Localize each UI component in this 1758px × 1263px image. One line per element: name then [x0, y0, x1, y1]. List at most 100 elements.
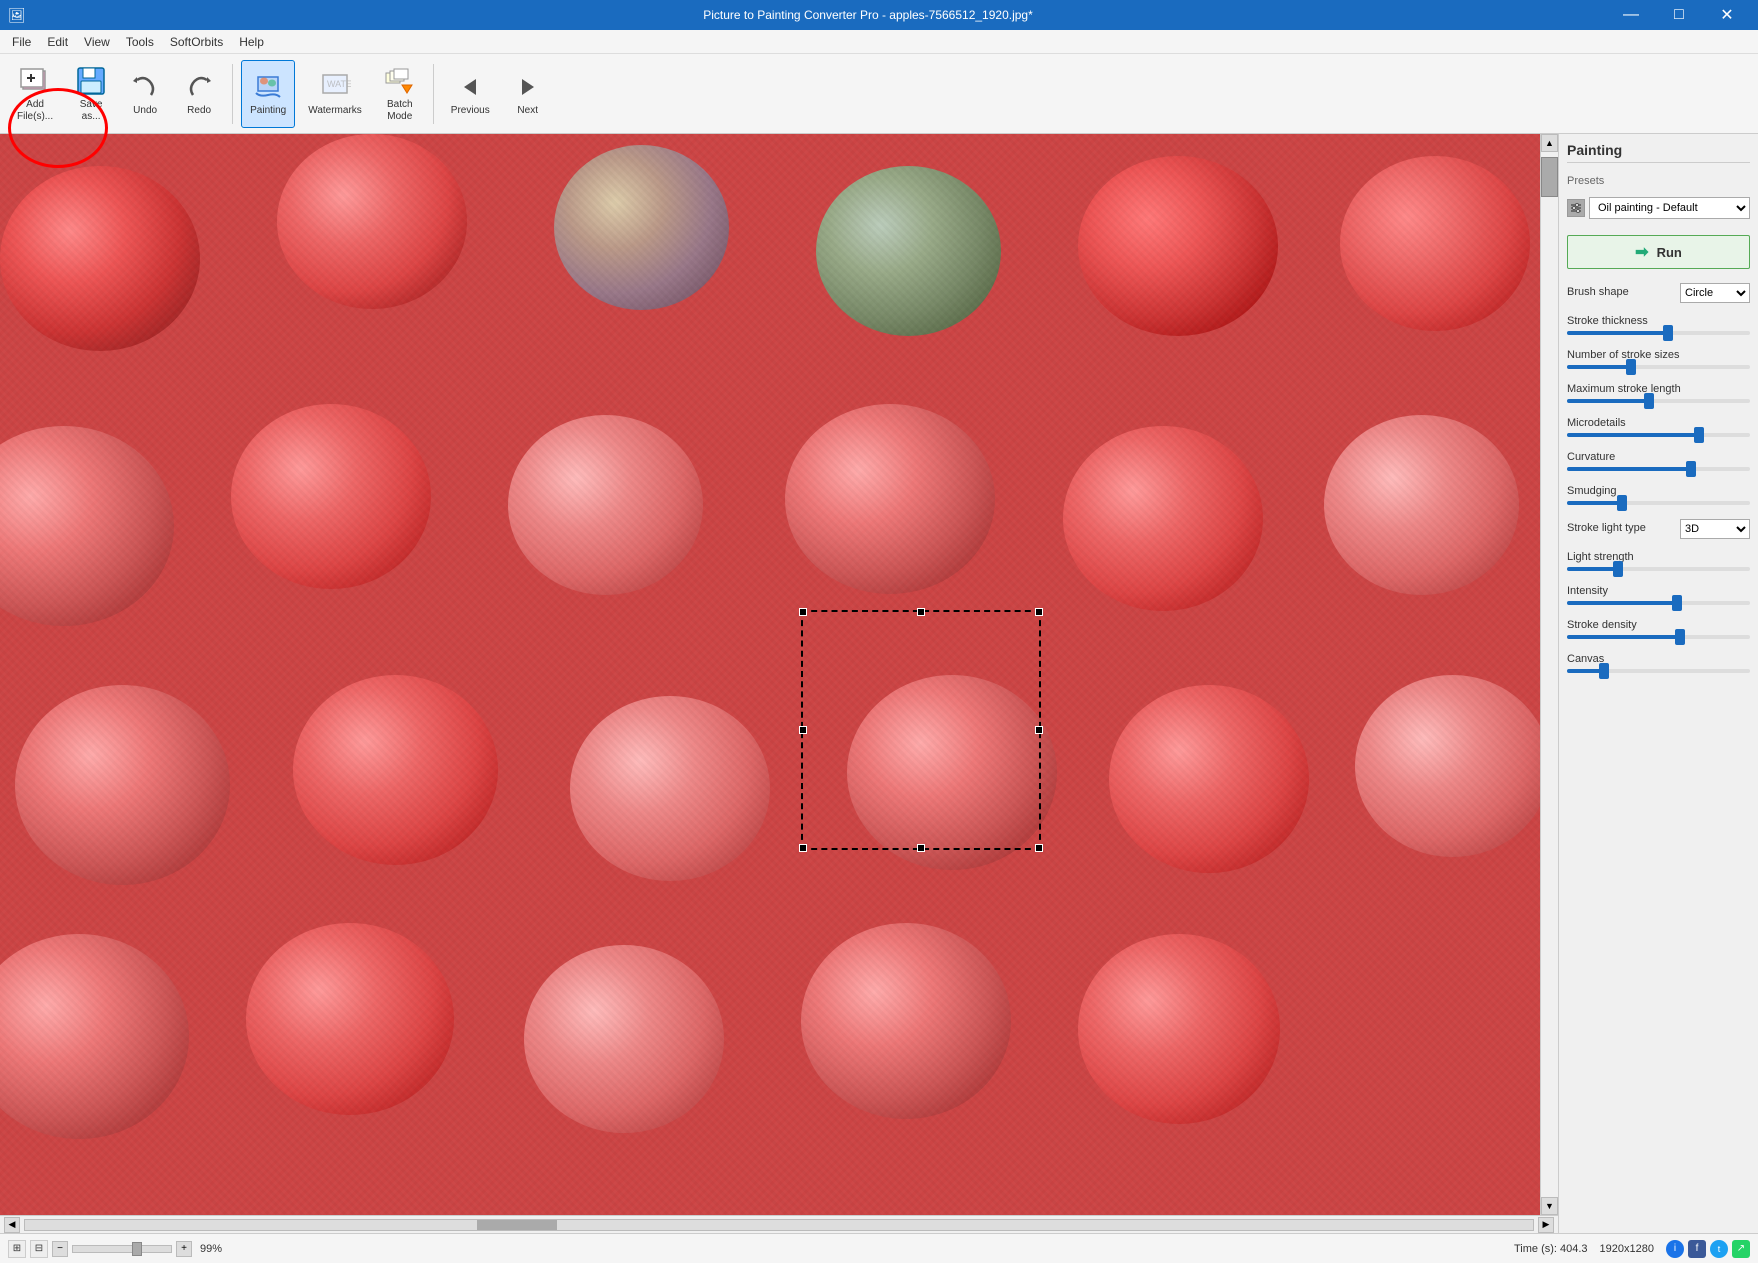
next-label: Next — [517, 105, 538, 116]
num-stroke-sizes-thumb[interactable] — [1626, 359, 1636, 375]
smudging-track[interactable] — [1567, 501, 1750, 505]
facebook-icon[interactable]: f — [1688, 1240, 1706, 1258]
toolbar-redo-button[interactable]: Redo — [174, 60, 224, 128]
vscroll-thumb[interactable] — [1541, 157, 1558, 197]
batch-icon — [384, 65, 416, 97]
redo-label: Redo — [187, 105, 211, 116]
main-area: ▲ ▼ ◀ ▶ Painting Presets — [0, 134, 1758, 1233]
presets-row: Oil painting - Default Watercolor Sketch… — [1567, 197, 1750, 219]
max-stroke-length-fill — [1567, 399, 1649, 403]
window-title: Picture to Painting Converter Pro - appl… — [128, 8, 1608, 22]
canvas-area[interactable] — [0, 134, 1540, 1215]
status-icon-2[interactable]: ⊟ — [30, 1240, 48, 1258]
canvas-label: Canvas — [1567, 653, 1750, 665]
zoom-track[interactable] — [72, 1245, 172, 1253]
run-icon: ➡ — [1635, 242, 1648, 262]
toolbar-batch-button[interactable]: BatchMode — [375, 60, 425, 128]
zoom-percent: 99% — [200, 1243, 222, 1255]
light-strength-thumb[interactable] — [1613, 561, 1623, 577]
vertical-scrollbar[interactable]: ▲ ▼ — [1540, 134, 1558, 1215]
zoom-thumb[interactable] — [132, 1242, 142, 1256]
canvas-thumb[interactable] — [1599, 663, 1609, 679]
stroke-density-fill — [1567, 635, 1680, 639]
smudging-row: Smudging — [1567, 485, 1750, 505]
microdetails-thumb[interactable] — [1694, 427, 1704, 443]
toolbar-next-button[interactable]: Next — [503, 60, 553, 128]
vscroll-track[interactable] — [1541, 152, 1558, 1197]
close-button[interactable]: ✕ — [1704, 0, 1750, 30]
stroke-thickness-thumb[interactable] — [1663, 325, 1673, 341]
microdetails-row: Microdetails — [1567, 417, 1750, 437]
toolbar-undo-button[interactable]: Undo — [120, 60, 170, 128]
light-strength-track[interactable] — [1567, 567, 1750, 571]
canvas-container: ▲ ▼ ◀ ▶ — [0, 134, 1558, 1233]
info-icon[interactable]: i — [1666, 1240, 1684, 1258]
num-stroke-sizes-label: Number of stroke sizes — [1567, 349, 1750, 361]
status-right: Time (s): 404.3 1920x1280 i f t ↗ — [1514, 1240, 1750, 1258]
painting-label: Painting — [250, 105, 286, 116]
batch-label: BatchMode — [387, 99, 413, 123]
microdetails-track[interactable] — [1567, 433, 1750, 437]
toolbar-watermarks-button[interactable]: WATER Watermarks — [299, 60, 371, 128]
add-icon — [19, 65, 51, 97]
toolbar-previous-button[interactable]: Previous — [442, 60, 499, 128]
minimize-button[interactable]: — — [1608, 0, 1654, 30]
canvas-track[interactable] — [1567, 669, 1750, 673]
intensity-row: Intensity — [1567, 585, 1750, 605]
menu-tools[interactable]: Tools — [118, 33, 162, 51]
share-icon[interactable]: ↗ — [1732, 1240, 1750, 1258]
intensity-label: Intensity — [1567, 585, 1750, 597]
time-label: Time (s): 404.3 — [1514, 1243, 1588, 1255]
light-strength-row: Light strength — [1567, 551, 1750, 571]
num-stroke-sizes-track[interactable] — [1567, 365, 1750, 369]
num-stroke-sizes-fill — [1567, 365, 1631, 369]
vscroll-up-button[interactable]: ▲ — [1541, 134, 1558, 152]
zoom-in-button[interactable]: + — [176, 1241, 192, 1257]
toolbar-save-button[interactable]: Saveas... — [66, 60, 116, 128]
max-stroke-length-thumb[interactable] — [1644, 393, 1654, 409]
toolbar-painting-button[interactable]: Painting — [241, 60, 295, 128]
max-stroke-length-track[interactable] — [1567, 399, 1750, 403]
run-button[interactable]: ➡ Run — [1567, 235, 1750, 269]
horizontal-scrollbar[interactable]: ◀ ▶ — [0, 1215, 1558, 1233]
hscroll-thumb[interactable] — [477, 1220, 557, 1230]
hscroll-track[interactable] — [24, 1219, 1534, 1231]
smudging-thumb[interactable] — [1617, 495, 1627, 511]
hscroll-left-button[interactable]: ◀ — [4, 1217, 20, 1233]
twitter-icon[interactable]: t — [1710, 1240, 1728, 1258]
zoom-out-button[interactable]: − — [52, 1241, 68, 1257]
preset-settings-icon[interactable] — [1567, 199, 1585, 217]
brush-shape-select[interactable]: Circle Square Custom — [1680, 283, 1750, 303]
stroke-density-track[interactable] — [1567, 635, 1750, 639]
canvas-image-bg — [0, 134, 1540, 1215]
presets-select[interactable]: Oil painting - Default Watercolor Sketch… — [1589, 197, 1750, 219]
curvature-thumb[interactable] — [1686, 461, 1696, 477]
intensity-fill — [1567, 601, 1677, 605]
redo-icon — [183, 71, 215, 103]
light-strength-label: Light strength — [1567, 551, 1750, 563]
maximize-button[interactable]: □ — [1656, 0, 1702, 30]
intensity-thumb[interactable] — [1672, 595, 1682, 611]
hscroll-right-button[interactable]: ▶ — [1538, 1217, 1554, 1233]
curvature-fill — [1567, 467, 1691, 471]
light-strength-fill — [1567, 567, 1618, 571]
menu-view[interactable]: View — [76, 33, 118, 51]
curvature-label: Curvature — [1567, 451, 1750, 463]
curvature-track[interactable] — [1567, 467, 1750, 471]
stroke-thickness-track[interactable] — [1567, 331, 1750, 335]
painting-icon — [252, 71, 284, 103]
menu-softorbits[interactable]: SoftOrbits — [162, 33, 231, 51]
right-panel: Painting Presets Oil painting - Default … — [1558, 134, 1758, 1233]
menu-help[interactable]: Help — [231, 33, 272, 51]
stroke-light-type-select[interactable]: 3D 2D None — [1680, 519, 1750, 539]
status-left: ⊞ ⊟ − + 99% — [8, 1240, 1506, 1258]
stroke-density-thumb[interactable] — [1675, 629, 1685, 645]
toolbar-add-button[interactable]: AddFile(s)... — [8, 60, 62, 128]
vscroll-down-button[interactable]: ▼ — [1541, 1197, 1558, 1215]
menu-file[interactable]: File — [4, 33, 39, 51]
menu-edit[interactable]: Edit — [39, 33, 76, 51]
stroke-light-type-label: Stroke light type — [1567, 522, 1646, 534]
status-icon-1[interactable]: ⊞ — [8, 1240, 26, 1258]
smudging-label: Smudging — [1567, 485, 1750, 497]
intensity-track[interactable] — [1567, 601, 1750, 605]
